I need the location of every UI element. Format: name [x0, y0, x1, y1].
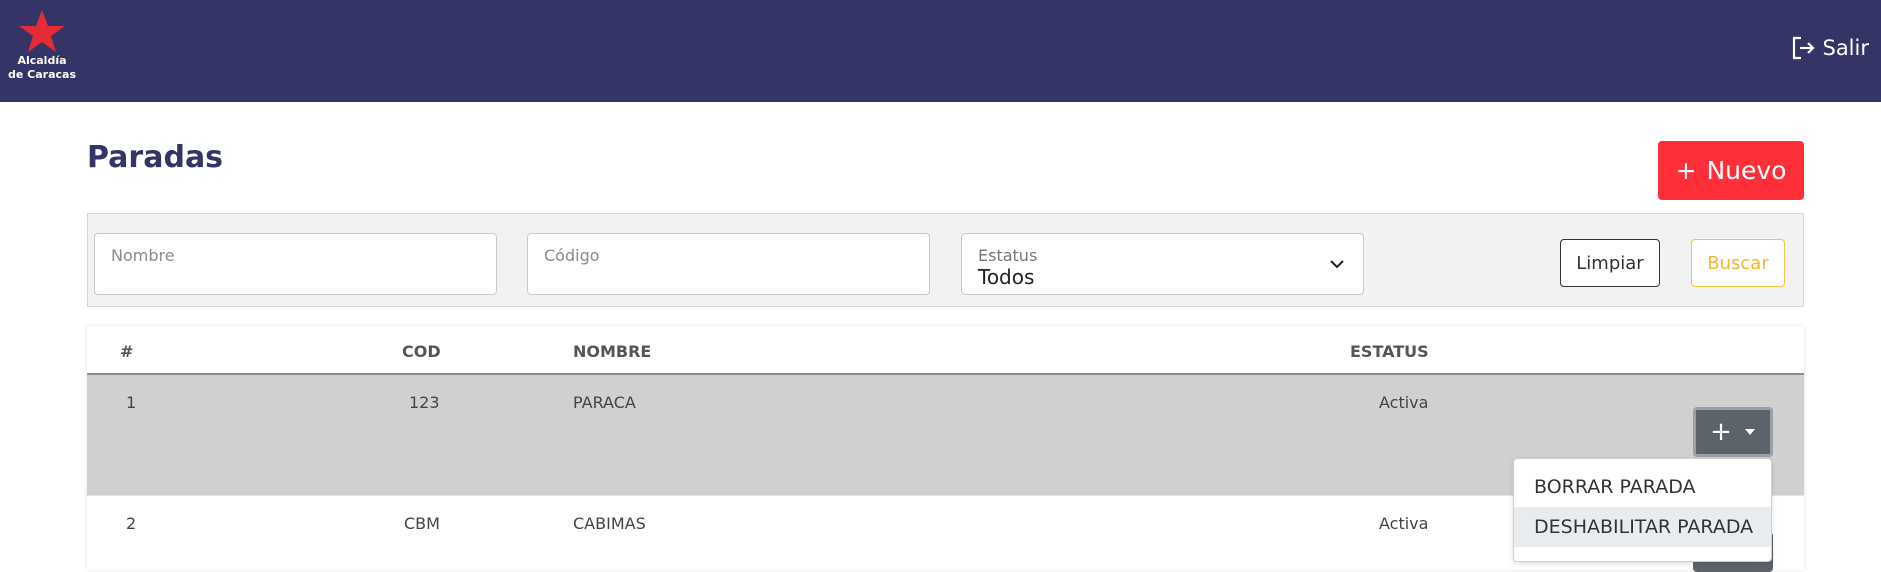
estatus-label: Estatus [978, 246, 1038, 265]
logout-icon [1793, 36, 1816, 60]
menu-item-disable-parada[interactable]: DESHABILITAR PARADA [1514, 507, 1771, 547]
cell-cod: 123 [409, 393, 440, 412]
clear-button[interactable]: Limpiar [1560, 239, 1660, 287]
logo-line-1: Alcaldía [17, 54, 67, 67]
search-button[interactable]: Buscar [1691, 239, 1785, 287]
menu-item-delete-parada[interactable]: BORRAR PARADA [1514, 467, 1771, 507]
estatus-select[interactable]: Estatus Todos [961, 233, 1364, 295]
cell-estatus: Activa [1379, 393, 1429, 412]
cell-nombre: CABIMAS [573, 514, 646, 533]
filter-bar: Estatus Todos Limpiar Buscar [87, 213, 1804, 307]
nombre-input[interactable] [95, 234, 496, 294]
alcaldia-logo[interactable]: Alcaldía de Caracas [6, 8, 78, 92]
top-navbar: Alcaldía de Caracas Salir [0, 0, 1881, 102]
star-icon [19, 10, 65, 52]
new-button-label: Nuevo [1706, 156, 1787, 185]
header-cod: COD [402, 342, 441, 361]
plus-icon: + [1710, 417, 1732, 447]
chevron-down-icon [1330, 260, 1344, 269]
caret-down-icon [1744, 429, 1755, 435]
logo-line-2: de Caracas [8, 68, 76, 81]
cell-nombre: PARACA [573, 393, 636, 412]
header-num: # [120, 342, 134, 361]
row-actions-menu: BORRAR PARADA DESHABILITAR PARADA [1513, 458, 1772, 562]
cell-num: 1 [126, 393, 137, 412]
nombre-field-wrapper [94, 233, 497, 295]
plus-icon: + [1675, 156, 1697, 185]
page-title: Paradas [87, 140, 224, 175]
logout-label: Salir [1822, 36, 1869, 60]
estatus-value: Todos [978, 265, 1035, 289]
cell-estatus: Activa [1379, 514, 1429, 533]
new-button[interactable]: + Nuevo [1658, 141, 1804, 200]
cell-num: 2 [126, 514, 137, 533]
header-estatus: ESTATUS [1350, 342, 1429, 361]
cell-cod: CBM [404, 514, 440, 533]
logout-button[interactable]: Salir [1790, 33, 1869, 63]
row-actions-button[interactable]: + [1693, 407, 1773, 457]
codigo-field-wrapper [527, 233, 930, 295]
codigo-input[interactable] [528, 234, 929, 294]
header-nombre: NOMBRE [573, 342, 652, 361]
table-header: # COD NOMBRE ESTATUS [87, 326, 1804, 375]
